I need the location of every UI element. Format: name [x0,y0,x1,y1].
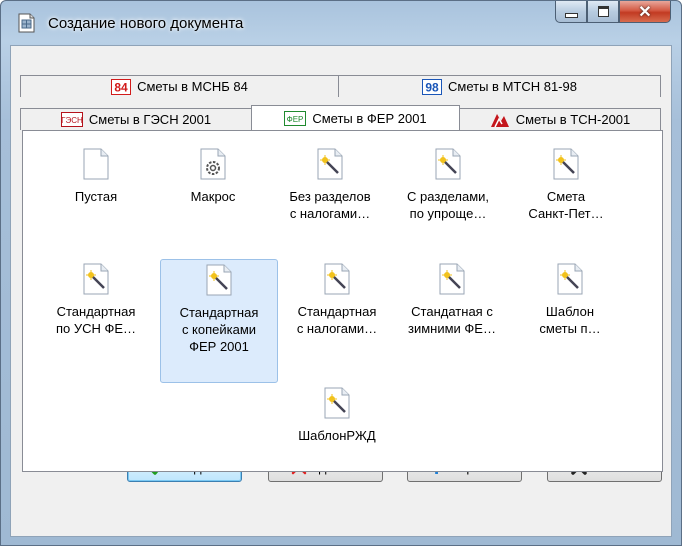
list-item-winter[interactable]: Стандатная с зимними ФЕ… [393,263,511,379]
template-wand-icon [324,263,350,295]
maximize-button[interactable] [587,1,619,23]
tab-mtsn-98-label: Сметы в МТСН 81-98 [448,79,577,94]
list-item-rzd-template[interactable]: ШаблонРЖД [278,387,396,459]
list-item-spb-estimate[interactable]: Смета Санкт-Пет… [507,148,625,244]
tab-tsn-label: Сметы в ТСН-2001 [515,112,631,127]
template-wand-icon [435,148,461,180]
tsn-icon [490,112,510,128]
list-item-label: ШаблонРЖД [298,428,376,443]
template-wand-icon [439,263,465,295]
msnb-84-icon: 84 [111,78,132,95]
mtsn-98-badge-text: 98 [425,80,439,94]
tab-fer-label: Сметы в ФЕР 2001 [312,110,427,126]
list-item-label: Смета Санкт-Пет… [528,189,604,221]
mtsn-98-icon: 98 [422,78,443,95]
tab-gesn-2001[interactable]: ГЭСН Сметы в ГЭСН 2001 [20,108,252,130]
list-item-standard-taxes[interactable]: Стандартная с налогами… [278,263,396,379]
close-button[interactable]: ✕ [619,1,671,23]
fer-badge-text: ФЕР [287,115,304,124]
gesn-badge-text: ГЭСН [61,116,83,125]
macro-gear-icon [200,148,226,180]
tab-gesn-label: Сметы в ГЭСН 2001 [88,112,212,127]
list-item-kopecks-selected[interactable]: Стандартная с копейками ФЕР 2001 [160,259,278,383]
tab-msnb-84[interactable]: 84 Сметы в МСНБ 84 [20,75,339,97]
tab-fer-2001[interactable]: ФЕР Сметы в ФЕР 2001 [251,105,460,130]
list-item-label: Пустая [74,189,118,204]
list-item-label: С разделами, по упроще… [407,189,489,221]
list-item-label: Без разделов с налогами… [289,189,371,221]
template-wand-icon [206,264,232,296]
list-item-label: Стандатная с зимними ФЕ… [408,304,496,336]
list-item-blank[interactable]: Пустая [37,148,155,244]
window-title: Создание нового документа [48,15,244,32]
list-item-usn-standard[interactable]: Стандартная по УСН ФЕ… [37,263,155,379]
template-wand-icon [557,263,583,295]
list-item-label: Стандартная с налогами… [296,304,378,336]
gesn-icon: ГЭСН [60,112,83,127]
minimize-button[interactable] [555,1,587,23]
blank-document-icon [83,148,109,180]
msnb-84-badge-text: 84 [114,80,128,94]
template-wand-icon [324,387,350,419]
tab-tsn-2001[interactable]: Сметы в ТСН-2001 [459,108,661,130]
template-wand-icon [553,148,579,180]
list-item-label: Шаблон сметы п… [539,304,601,336]
template-wand-icon [317,148,343,180]
close-icon: ✕ [638,3,652,21]
fer-icon: ФЕР [284,110,307,126]
tab-msnb-84-label: Сметы в МСНБ 84 [137,79,248,94]
minimize-icon [564,13,578,18]
document-icon [18,13,35,33]
list-item-with-sections[interactable]: С разделами, по упроще… [389,148,507,244]
list-item-label: Макрос [190,189,236,204]
list-item-no-sections[interactable]: Без разделов с налогами… [271,148,389,244]
list-item-label: Стандартная по УСН ФЕ… [55,304,137,336]
title-bar[interactable]: Создание нового документа ✕ [1,1,681,45]
list-item-template-p[interactable]: Шаблон сметы п… [511,263,629,379]
maximize-icon [597,6,609,17]
list-item-macro[interactable]: Макрос [154,148,272,244]
list-item-label: Стандартная с копейками ФЕР 2001 [179,305,259,354]
dialog-window: Создание нового документа ✕ 84 Сметы в М… [0,0,682,546]
tab-mtsn-98[interactable]: 98 Сметы в МТСН 81-98 [338,75,661,97]
template-wand-icon [83,263,109,295]
